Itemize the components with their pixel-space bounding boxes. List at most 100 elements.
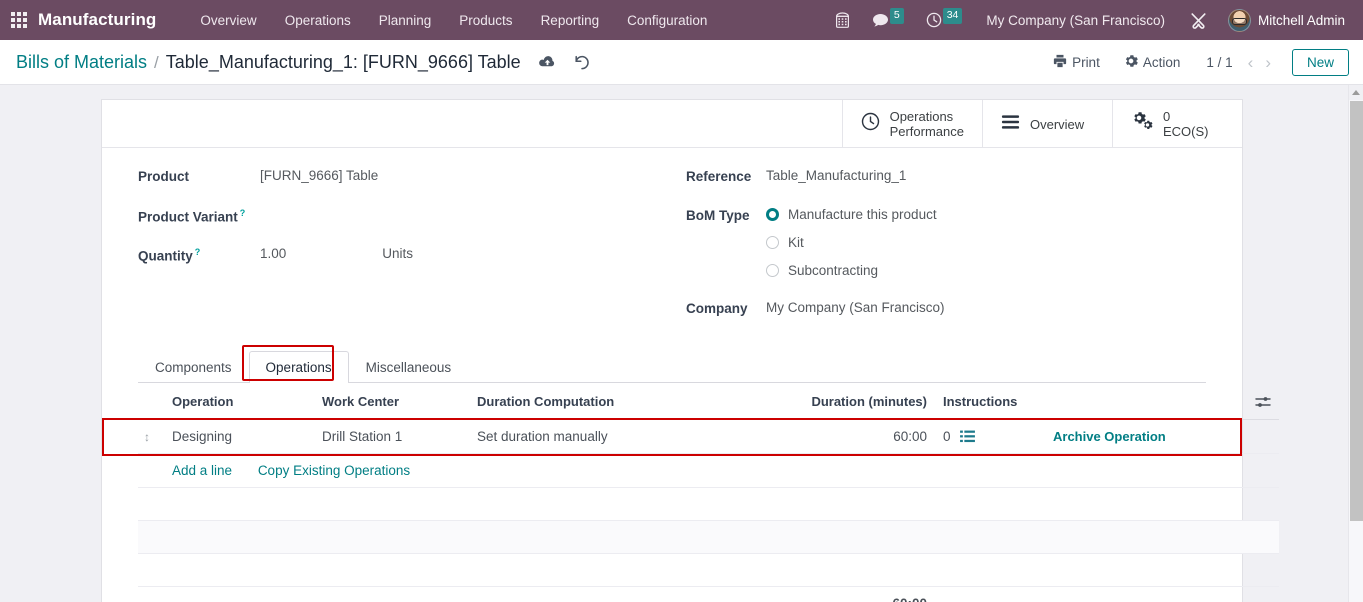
- breadcrumb-current-record: Table_Manufacturing_1: [FURN_9666] Table: [165, 51, 521, 72]
- archive-operation-button[interactable]: Archive Operation: [1053, 429, 1166, 444]
- cell-row-options: [1245, 419, 1279, 454]
- field-quantity-value[interactable]: 1.00: [260, 246, 286, 261]
- print-button[interactable]: Print: [1041, 48, 1112, 77]
- addline-cell: Add a line Copy Existing Operations: [164, 453, 1279, 488]
- field-reference-value[interactable]: Table_Manufacturing_1: [766, 168, 906, 183]
- action-label: Action: [1142, 54, 1181, 70]
- stat-line-2: ECO(S): [1163, 124, 1209, 139]
- field-reference-label: Reference: [686, 169, 752, 184]
- field-bom-type-label: BoM Type: [686, 208, 750, 223]
- field-product-value[interactable]: [FURN_9666] Table: [260, 168, 378, 183]
- gears-icon: [1131, 111, 1153, 137]
- field-product-label: Product: [138, 169, 190, 184]
- header-instructions[interactable]: Instructions: [935, 383, 1045, 420]
- radio-indicator: [766, 208, 779, 221]
- table-row[interactable]: ↕ Designing Drill Station 1 Set duration…: [138, 419, 1279, 454]
- bom-type-radio-group: Manufacture this product Kit Subcontract…: [766, 207, 937, 278]
- stat-line-1: Operations: [889, 109, 954, 124]
- field-bom-type: BoM Type Manufacture this product Kit Su…: [686, 207, 1206, 278]
- chevron-left-icon[interactable]: ‹: [1243, 53, 1259, 72]
- user-menu[interactable]: Mitchell Admin: [1220, 5, 1351, 36]
- tab-components[interactable]: Components: [138, 351, 249, 383]
- operations-table: Operation Work Center Duration Computati…: [138, 383, 1279, 602]
- messages-menu-button[interactable]: 5: [862, 7, 914, 34]
- add-a-line-button[interactable]: Add a line: [172, 463, 232, 478]
- radio-subcontracting[interactable]: Subcontracting: [766, 263, 937, 278]
- scroll-up-arrow-icon[interactable]: [1349, 85, 1363, 100]
- help-tooltip-icon[interactable]: ?: [240, 208, 246, 218]
- menu-reporting[interactable]: Reporting: [527, 3, 614, 38]
- form-sheet: Operations Performance Overview 0 ECO(S)…: [101, 99, 1279, 602]
- header-work-center[interactable]: Work Center: [314, 383, 469, 420]
- cell-work-center[interactable]: Drill Station 1: [314, 419, 469, 454]
- chevron-right-icon[interactable]: ›: [1260, 53, 1276, 72]
- cell-operation[interactable]: Designing: [164, 419, 314, 454]
- radio-label: Kit: [788, 235, 804, 250]
- menu-products[interactable]: Products: [445, 3, 526, 38]
- bars-icon: [1001, 114, 1020, 135]
- phone-keypad-icon[interactable]: [825, 6, 860, 35]
- breadcrumb: Bills of Materials / Table_Manufacturing…: [16, 52, 521, 73]
- company-switcher[interactable]: My Company (San Francisco): [974, 7, 1177, 34]
- activities-count-badge: 34: [942, 8, 963, 24]
- action-button[interactable]: Action: [1112, 48, 1193, 77]
- list-lines-icon[interactable]: [959, 430, 975, 443]
- header-operation[interactable]: Operation: [164, 383, 314, 420]
- stat-button-operations-performance[interactable]: Operations Performance: [841, 100, 982, 148]
- cell-duration-computation[interactable]: Set duration manually: [469, 419, 759, 454]
- header-duration-minutes[interactable]: Duration (minutes): [759, 383, 935, 420]
- pager: 1 / 1 ‹ ›: [1206, 53, 1276, 72]
- table-header-row: Operation Work Center Duration Computati…: [138, 383, 1279, 420]
- totals-row: 60:00: [138, 586, 1279, 602]
- stat-line-1: 0: [1163, 109, 1171, 124]
- avatar: [1227, 8, 1251, 32]
- stat-button-overview[interactable]: Overview: [982, 100, 1112, 148]
- clock-icon: [861, 112, 880, 136]
- stat-button-ecos[interactable]: 0 ECO(S): [1112, 100, 1242, 148]
- menu-overview[interactable]: Overview: [186, 3, 270, 38]
- total-duration: 60:00: [759, 586, 935, 602]
- field-product-variant-label: Product Variant?: [138, 207, 260, 225]
- empty-row: [138, 520, 1279, 554]
- stat-line-1: Overview: [1030, 116, 1085, 132]
- apps-menu-button[interactable]: [0, 0, 38, 40]
- radio-manufacture-this-product[interactable]: Manufacture this product: [766, 207, 937, 222]
- wrench-screwdriver-icon[interactable]: [1179, 5, 1218, 36]
- cloud-save-icon[interactable]: [537, 54, 558, 71]
- empty-row: [138, 553, 1279, 587]
- add-line-row: Add a line Copy Existing Operations: [138, 453, 1279, 488]
- activities-menu-button[interactable]: 34: [916, 6, 973, 34]
- tab-miscellaneous[interactable]: Miscellaneous: [349, 351, 469, 383]
- notebook: Components Operations Miscellaneous Oper…: [102, 345, 1279, 602]
- field-product: Product [FURN_9666] Table: [138, 168, 672, 188]
- operations-table-head: Operation Work Center Duration Computati…: [138, 383, 1279, 420]
- menu-operations[interactable]: Operations: [271, 3, 365, 38]
- operations-list: Operation Work Center Duration Computati…: [102, 383, 1279, 602]
- copy-existing-operations-button[interactable]: Copy Existing Operations: [258, 463, 410, 478]
- header-duration-computation[interactable]: Duration Computation: [469, 383, 759, 420]
- drag-handle-icon[interactable]: ↕: [144, 430, 150, 444]
- field-company: Company My Company (San Francisco): [686, 300, 1206, 320]
- radio-label: Subcontracting: [788, 263, 879, 278]
- radio-kit[interactable]: Kit: [766, 235, 937, 250]
- stat-line-2: Performance: [889, 124, 964, 139]
- column-options-icon[interactable]: [1253, 395, 1271, 409]
- radio-indicator: [766, 236, 779, 249]
- undo-discard-icon[interactable]: [572, 53, 592, 72]
- field-reference: Reference Table_Manufacturing_1: [686, 168, 1206, 188]
- field-quantity-uom[interactable]: Units: [382, 246, 413, 261]
- menu-configuration[interactable]: Configuration: [613, 3, 721, 38]
- instructions-count: 0: [943, 429, 951, 444]
- cell-duration[interactable]: 60:00: [759, 419, 935, 454]
- scroll-thumb[interactable]: [1350, 101, 1363, 521]
- form-fields: Product [FURN_9666] Table Product Varian…: [102, 148, 1242, 345]
- menu-planning[interactable]: Planning: [365, 3, 446, 38]
- tab-operations[interactable]: Operations: [248, 351, 349, 383]
- help-tooltip-icon[interactable]: ?: [195, 247, 201, 257]
- breadcrumb-parent-link[interactable]: Bills of Materials: [16, 52, 147, 73]
- stat-button-ecos-label: 0 ECO(S): [1163, 109, 1209, 139]
- app-brand-manufacturing[interactable]: Manufacturing: [38, 10, 162, 30]
- vertical-scrollbar[interactable]: [1348, 85, 1363, 602]
- new-button[interactable]: New: [1291, 48, 1349, 76]
- field-company-value[interactable]: My Company (San Francisco): [766, 300, 945, 315]
